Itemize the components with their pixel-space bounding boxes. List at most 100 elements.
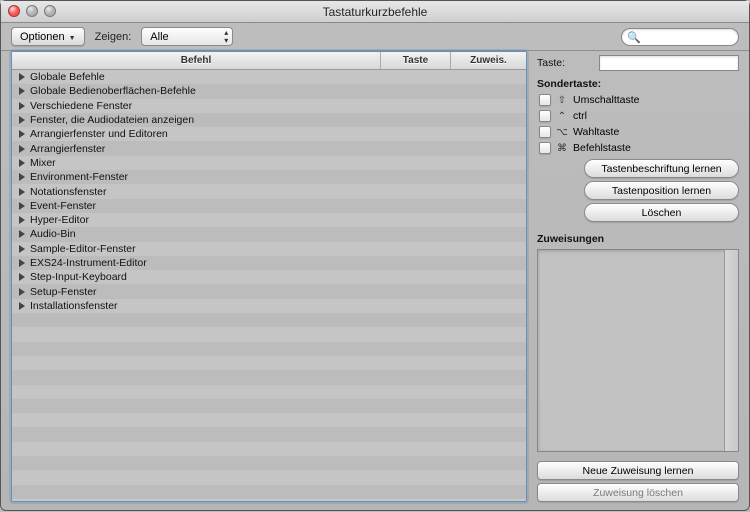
- table-row[interactable]: Event-Fenster: [12, 199, 526, 213]
- option-symbol-icon: ⌥: [556, 127, 568, 138]
- row-command-label: Globale Befehle: [30, 71, 377, 83]
- table-row[interactable]: Fenster, die Audiodateien anzeigen: [12, 113, 526, 127]
- row-command-label: Hyper-Editor: [30, 214, 377, 226]
- disclosure-triangle-icon[interactable]: [19, 159, 25, 167]
- filter-select[interactable]: Alle ▴▾: [141, 27, 233, 46]
- delete-button[interactable]: Löschen: [584, 203, 739, 222]
- disclosure-triangle-icon[interactable]: [19, 202, 25, 210]
- table-row[interactable]: [12, 385, 526, 399]
- row-command-label: Event-Fenster: [30, 200, 377, 212]
- disclosure-triangle-icon[interactable]: [19, 130, 25, 138]
- command-table: Befehl Taste Zuweis. Globale BefehleGlob…: [11, 51, 527, 502]
- disclosure-triangle-icon[interactable]: [19, 288, 25, 296]
- new-assignment-button[interactable]: Neue Zuweisung lernen: [537, 461, 739, 480]
- table-row[interactable]: Audio-Bin: [12, 227, 526, 241]
- table-row[interactable]: Step-Input-Keyboard: [12, 270, 526, 284]
- window-title: Tastaturkurzbefehle: [1, 5, 749, 19]
- table-row[interactable]: Globale Befehle: [12, 70, 526, 84]
- delete-assignment-button[interactable]: Zuweisung löschen: [537, 483, 739, 502]
- row-command-label: EXS24-Instrument-Editor: [30, 257, 377, 269]
- table-row[interactable]: [12, 427, 526, 441]
- table-row[interactable]: [12, 342, 526, 356]
- table-row[interactable]: Sample-Editor-Fenster: [12, 242, 526, 256]
- disclosure-triangle-icon[interactable]: [19, 230, 25, 238]
- modifier-ctrl-row: ⌃ ctrl: [537, 108, 739, 124]
- row-command-label: Arrangierfenster: [30, 143, 377, 155]
- disclosure-triangle-icon[interactable]: [19, 145, 25, 153]
- ctrl-checkbox[interactable]: [539, 110, 551, 122]
- row-command-label: Notationsfenster: [30, 186, 377, 198]
- search-icon: 🔍: [627, 31, 641, 44]
- shift-label: Umschalttaste: [573, 94, 640, 106]
- disclosure-triangle-icon[interactable]: [19, 87, 25, 95]
- table-row[interactable]: Setup-Fenster: [12, 284, 526, 298]
- disclosure-triangle-icon[interactable]: [19, 273, 25, 281]
- table-row[interactable]: [12, 413, 526, 427]
- table-row[interactable]: Arrangierfenster: [12, 141, 526, 155]
- ctrl-symbol-icon: ⌃: [556, 111, 568, 122]
- th-key[interactable]: Taste: [381, 52, 451, 69]
- table-row[interactable]: Installationsfenster: [12, 299, 526, 313]
- disclosure-triangle-icon[interactable]: [19, 216, 25, 224]
- assignments-scrollbar[interactable]: [724, 250, 738, 451]
- minimize-window-icon[interactable]: [26, 5, 38, 17]
- th-command[interactable]: Befehl: [12, 52, 381, 69]
- table-row[interactable]: [12, 370, 526, 384]
- table-row[interactable]: EXS24-Instrument-Editor: [12, 256, 526, 270]
- table-row[interactable]: [12, 327, 526, 341]
- disclosure-triangle-icon[interactable]: [19, 173, 25, 181]
- table-row[interactable]: Environment-Fenster: [12, 170, 526, 184]
- table-body[interactable]: Globale BefehleGlobale Bedienoberflächen…: [12, 70, 526, 501]
- show-label: Zeigen:: [95, 31, 132, 43]
- row-command-label: Fenster, die Audiodateien anzeigen: [30, 114, 377, 126]
- learn-key-position-button[interactable]: Tastenposition lernen: [584, 181, 739, 200]
- options-label: Optionen: [20, 31, 65, 43]
- table-row[interactable]: Verschiedene Fenster: [12, 99, 526, 113]
- assignments-section: Zuweisungen Neue Zuweisung lernen Zuweis…: [537, 230, 739, 502]
- table-row[interactable]: Notationsfenster: [12, 184, 526, 198]
- command-symbol-icon: ⌘: [556, 143, 568, 154]
- command-checkbox[interactable]: [539, 142, 551, 154]
- option-checkbox[interactable]: [539, 126, 551, 138]
- disclosure-triangle-icon[interactable]: [19, 188, 25, 196]
- key-input[interactable]: [599, 55, 739, 71]
- main-area: Befehl Taste Zuweis. Globale BefehleGlob…: [1, 51, 749, 512]
- disclosure-triangle-icon[interactable]: [19, 245, 25, 253]
- disclosure-triangle-icon[interactable]: [19, 302, 25, 310]
- table-row[interactable]: [12, 470, 526, 484]
- row-command-label: Setup-Fenster: [30, 286, 377, 298]
- modifier-shift-row: ⇧ Umschalttaste: [537, 92, 739, 108]
- select-arrows-icon: ▴▾: [224, 29, 228, 45]
- table-row[interactable]: [12, 456, 526, 470]
- toolbar: Optionen Zeigen: Alle ▴▾ 🔍: [1, 23, 749, 51]
- table-row[interactable]: [12, 485, 526, 499]
- modifier-option-row: ⌥ Wahltaste: [537, 124, 739, 140]
- close-window-icon[interactable]: [8, 5, 20, 17]
- key-row: Taste:: [537, 55, 739, 71]
- table-row[interactable]: [12, 442, 526, 456]
- assignments-list[interactable]: [537, 249, 739, 452]
- right-panel: Taste: Sondertaste: ⇧ Umschalttaste ⌃ ct…: [537, 51, 739, 502]
- table-row[interactable]: [12, 313, 526, 327]
- th-assign[interactable]: Zuweis.: [451, 52, 526, 69]
- caret-down-icon: [69, 31, 76, 43]
- assignments-label: Zuweisungen: [537, 233, 739, 245]
- filter-select-value: Alle: [150, 31, 168, 43]
- options-menu-button[interactable]: Optionen: [11, 27, 85, 46]
- modifier-section-label: Sondertaste:: [537, 78, 739, 90]
- disclosure-triangle-icon[interactable]: [19, 259, 25, 267]
- disclosure-triangle-icon[interactable]: [19, 116, 25, 124]
- disclosure-triangle-icon[interactable]: [19, 73, 25, 81]
- table-row[interactable]: [12, 356, 526, 370]
- shift-checkbox[interactable]: [539, 94, 551, 106]
- learn-key-label-button[interactable]: Tastenbeschriftung lernen: [584, 159, 739, 178]
- table-row[interactable]: [12, 399, 526, 413]
- disclosure-triangle-icon[interactable]: [19, 102, 25, 110]
- table-row[interactable]: Hyper-Editor: [12, 213, 526, 227]
- zoom-window-icon[interactable]: [44, 5, 56, 17]
- table-row[interactable]: Mixer: [12, 156, 526, 170]
- row-command-label: Step-Input-Keyboard: [30, 271, 377, 283]
- table-row[interactable]: Globale Bedienoberflächen-Befehle: [12, 84, 526, 98]
- ctrl-label: ctrl: [573, 110, 587, 122]
- table-row[interactable]: Arrangierfenster und Editoren: [12, 127, 526, 141]
